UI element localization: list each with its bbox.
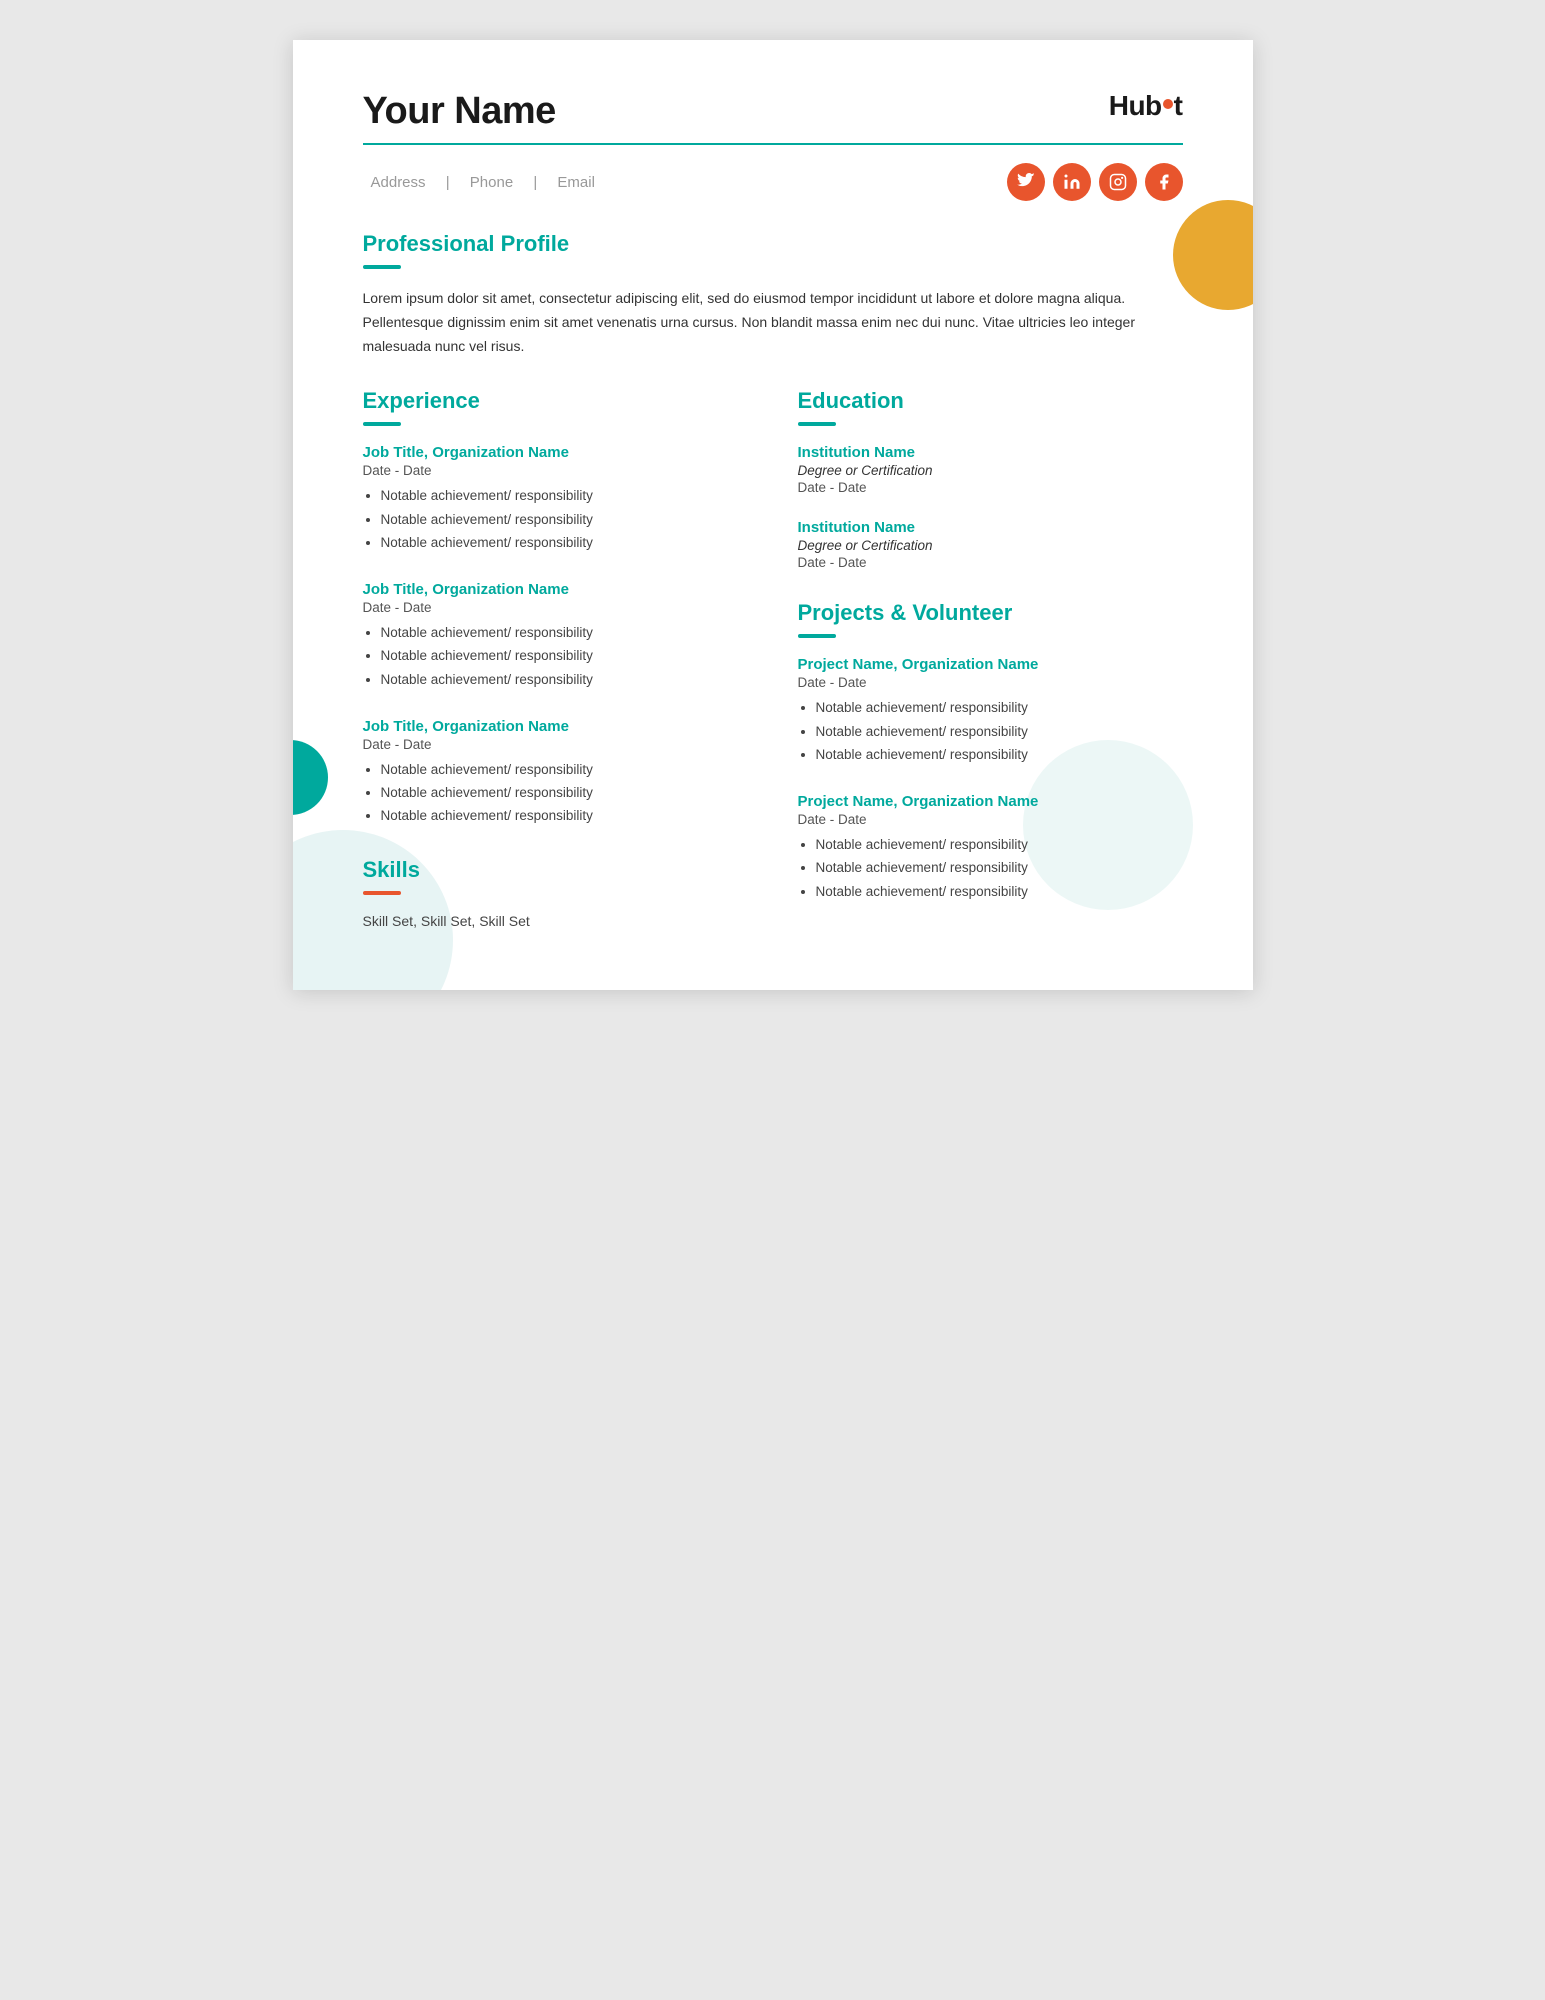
resume-page: Your Name Hubt Address | Phone | Email [293, 40, 1253, 990]
project-bullet-2-3: Notable achievement/ responsibility [816, 882, 1183, 902]
project-bullets-2: Notable achievement/ responsibility Nota… [798, 835, 1183, 902]
education-section: Education Institution Name Degree or Cer… [798, 388, 1183, 570]
hubspot-dot-icon [1163, 99, 1173, 109]
header-divider [363, 143, 1183, 145]
contact-info: Address | Phone | Email [363, 174, 603, 191]
job-bullet-1-3: Notable achievement/ responsibility [381, 533, 748, 553]
edu-degree-1: Degree or Certification [798, 463, 1183, 478]
social-icons [1007, 163, 1183, 201]
left-column: Experience Job Title, Organization Name … [363, 388, 748, 930]
job-item-2: Job Title, Organization Name Date - Date… [363, 581, 748, 690]
facebook-icon[interactable] [1145, 163, 1183, 201]
phone-text: Phone [470, 174, 513, 191]
deco-teal-circle [293, 740, 328, 815]
edu-date-1: Date - Date [798, 480, 1183, 495]
project-date-1: Date - Date [798, 675, 1183, 690]
experience-underline [363, 422, 401, 426]
right-column: Education Institution Name Degree or Cer… [798, 388, 1183, 930]
project-bullets-1: Notable achievement/ responsibility Nota… [798, 698, 1183, 765]
deco-gold-circle [1173, 200, 1253, 310]
job-title-1: Job Title, Organization Name [363, 444, 748, 461]
education-section-title: Education [798, 388, 1183, 414]
skills-section-title: Skills [363, 857, 748, 883]
project-bullet-1-2: Notable achievement/ responsibility [816, 722, 1183, 742]
project-date-2: Date - Date [798, 812, 1183, 827]
experience-section-title: Experience [363, 388, 748, 414]
project-item-2: Project Name, Organization Name Date - D… [798, 793, 1183, 902]
instagram-icon[interactable] [1099, 163, 1137, 201]
job-bullet-2-2: Notable achievement/ responsibility [381, 646, 748, 666]
job-date-2: Date - Date [363, 600, 748, 615]
job-bullet-3-1: Notable achievement/ responsibility [381, 760, 748, 780]
projects-section: Projects & Volunteer Project Name, Organ… [798, 600, 1183, 902]
project-item-1: Project Name, Organization Name Date - D… [798, 656, 1183, 765]
address-text: Address [371, 174, 426, 191]
edu-degree-2: Degree or Certification [798, 538, 1183, 553]
email-text: Email [557, 174, 595, 191]
job-bullet-3-2: Notable achievement/ responsibility [381, 783, 748, 803]
skills-section: Skills Skill Set, Skill Set, Skill Set [363, 857, 748, 929]
education-underline [798, 422, 836, 426]
job-bullets-2: Notable achievement/ responsibility Nota… [363, 623, 748, 690]
twitter-icon[interactable] [1007, 163, 1045, 201]
resume-name: Your Name [363, 90, 556, 133]
job-title-2: Job Title, Organization Name [363, 581, 748, 598]
linkedin-icon[interactable] [1053, 163, 1091, 201]
edu-institution-1: Institution Name [798, 444, 1183, 461]
profile-underline [363, 265, 401, 269]
job-item-1: Job Title, Organization Name Date - Date… [363, 444, 748, 553]
project-bullet-2-2: Notable achievement/ responsibility [816, 858, 1183, 878]
job-title-3: Job Title, Organization Name [363, 718, 748, 735]
job-bullets-3: Notable achievement/ responsibility Nota… [363, 760, 748, 827]
hubspot-logo: Hubt [1109, 90, 1183, 122]
two-column-layout: Experience Job Title, Organization Name … [363, 388, 1183, 930]
edu-item-1: Institution Name Degree or Certification… [798, 444, 1183, 495]
edu-item-2: Institution Name Degree or Certification… [798, 519, 1183, 570]
job-item-3: Job Title, Organization Name Date - Date… [363, 718, 748, 827]
project-title-2: Project Name, Organization Name [798, 793, 1183, 810]
separator-2: | [533, 174, 537, 191]
job-bullet-1-1: Notable achievement/ responsibility [381, 486, 748, 506]
profile-section: Professional Profile Lorem ipsum dolor s… [363, 231, 1183, 358]
projects-underline [798, 634, 836, 638]
job-bullet-2-3: Notable achievement/ responsibility [381, 670, 748, 690]
project-bullet-1-3: Notable achievement/ responsibility [816, 745, 1183, 765]
job-date-3: Date - Date [363, 737, 748, 752]
skills-underline [363, 891, 401, 895]
contact-row: Address | Phone | Email [363, 163, 1183, 201]
profile-section-title: Professional Profile [363, 231, 1183, 257]
header: Your Name Hubt [363, 90, 1183, 133]
edu-date-2: Date - Date [798, 555, 1183, 570]
skills-text: Skill Set, Skill Set, Skill Set [363, 913, 748, 929]
job-date-1: Date - Date [363, 463, 748, 478]
job-bullet-1-2: Notable achievement/ responsibility [381, 510, 748, 530]
job-bullet-3-3: Notable achievement/ responsibility [381, 806, 748, 826]
experience-section: Experience Job Title, Organization Name … [363, 388, 748, 826]
profile-text: Lorem ipsum dolor sit amet, consectetur … [363, 287, 1183, 358]
projects-section-title: Projects & Volunteer [798, 600, 1183, 626]
project-bullet-1-1: Notable achievement/ responsibility [816, 698, 1183, 718]
job-bullets-1: Notable achievement/ responsibility Nota… [363, 486, 748, 553]
edu-institution-2: Institution Name [798, 519, 1183, 536]
separator-1: | [446, 174, 450, 191]
job-bullet-2-1: Notable achievement/ responsibility [381, 623, 748, 643]
project-title-1: Project Name, Organization Name [798, 656, 1183, 673]
project-bullet-2-1: Notable achievement/ responsibility [816, 835, 1183, 855]
